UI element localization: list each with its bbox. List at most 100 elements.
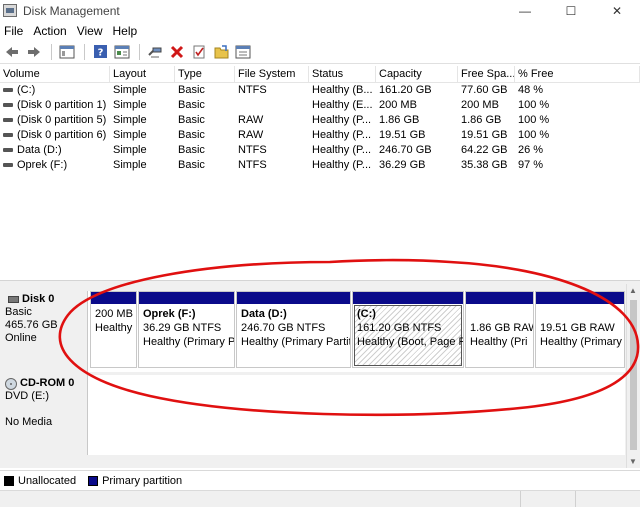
scroll-down-icon[interactable]: ▼ xyxy=(629,457,637,466)
maximize-button[interactable]: ☐ xyxy=(548,0,594,21)
console-tree-icon xyxy=(59,45,75,58)
status-bar xyxy=(0,490,640,507)
column-header-free-space[interactable]: Free Spa... xyxy=(458,66,515,82)
volume-icon xyxy=(3,118,13,123)
primary-partition-swatch xyxy=(88,475,99,486)
primary-partition-bar xyxy=(139,292,234,304)
volume-name: (Disk 0 partition 6) xyxy=(17,129,107,141)
free-space-cell: 1.86 GB xyxy=(461,114,502,126)
file-system-cell: RAW xyxy=(238,114,264,126)
table-row[interactable]: (C:) Simple Basic NTFS Healthy (B... 161… xyxy=(0,83,640,98)
partition-size: 1.86 GB RAW xyxy=(470,322,533,334)
minimize-button[interactable]: — xyxy=(502,0,548,21)
partition-title: Oprek (F:) xyxy=(143,308,196,320)
percent-free-cell: 97 % xyxy=(518,159,544,171)
show-hide-console-tree-button[interactable] xyxy=(57,42,77,62)
table-row[interactable]: (Disk 0 partition 1) Simple Basic Health… xyxy=(0,98,640,113)
cdrom-empty-area xyxy=(90,375,625,455)
column-header-capacity[interactable]: Capacity xyxy=(376,66,458,82)
properties-icon xyxy=(114,45,130,58)
volume-name: (Disk 0 partition 5) xyxy=(17,114,107,126)
shortcut-button[interactable] xyxy=(233,42,253,62)
capacity-cell: 161.20 GB xyxy=(379,84,432,96)
table-row[interactable]: (Disk 0 partition 6) Simple Basic RAW He… xyxy=(0,128,640,143)
layout-cell: Simple xyxy=(113,159,147,171)
layout-cell: Simple xyxy=(113,84,147,96)
partition-c[interactable]: (C:) 161.20 GB NTFS Healthy (Boot, Page … xyxy=(352,291,464,368)
column-header-type[interactable]: Type xyxy=(175,66,235,82)
capacity-cell: 19.51 GB xyxy=(379,129,426,141)
title-bar: Disk Management — ☐ ✕ xyxy=(0,0,640,21)
capacity-cell: 1.86 GB xyxy=(379,114,420,126)
free-space-cell: 64.22 GB xyxy=(461,144,508,156)
table-row[interactable]: Oprek (F:) Simple Basic NTFS Healthy (P.… xyxy=(0,158,640,173)
layout-cell: Simple xyxy=(113,99,147,111)
delete-button[interactable] xyxy=(167,42,187,62)
partition-6[interactable]: 19.51 GB RAW Healthy (Primary I xyxy=(535,291,625,368)
open-folder-button[interactable] xyxy=(211,42,231,62)
disk-state: Online xyxy=(5,332,37,344)
volume-name: (C:) xyxy=(17,84,36,96)
partition-size: 19.51 GB RAW xyxy=(540,322,615,334)
forward-button[interactable] xyxy=(24,42,44,62)
back-icon xyxy=(6,46,18,57)
disk-type: Basic xyxy=(5,306,32,318)
help-button[interactable]: ? xyxy=(90,42,110,62)
partition-status: Healthy (Primary Partit xyxy=(241,336,350,348)
partition-efi[interactable]: 200 MB Healthy xyxy=(90,291,137,368)
disk-view-scrollbar[interactable]: ▲ ▼ xyxy=(626,284,640,468)
column-header-file-system[interactable]: File System xyxy=(235,66,309,82)
type-cell: Basic xyxy=(178,159,205,171)
table-row[interactable]: (Disk 0 partition 5) Simple Basic RAW He… xyxy=(0,113,640,128)
connect-icon xyxy=(148,47,162,57)
partition-data-d[interactable]: Data (D:) 246.70 GB NTFS Healthy (Primar… xyxy=(236,291,351,368)
volume-list-header: Volume Layout Type File System Status Ca… xyxy=(0,66,640,83)
cdrom-name: CD-ROM 0 xyxy=(20,377,75,389)
back-button[interactable] xyxy=(2,42,22,62)
toolbar-separator xyxy=(139,43,140,60)
free-space-cell: 77.60 GB xyxy=(461,84,508,96)
hard-disk-icon xyxy=(8,296,19,303)
scroll-up-icon[interactable]: ▲ xyxy=(629,286,637,295)
legend-primary-partition: Primary partition xyxy=(102,474,183,487)
partition-oprek-f[interactable]: Oprek (F:) 36.29 GB NTFS Healthy (Primar… xyxy=(138,291,235,368)
free-space-cell: 19.51 GB xyxy=(461,129,508,141)
disk-0-label[interactable]: Disk 0 Basic 465.76 GB Online xyxy=(2,291,88,372)
legend: Unallocated Primary partition xyxy=(0,470,640,490)
scroll-thumb[interactable] xyxy=(630,300,637,450)
properties-button[interactable] xyxy=(112,42,132,62)
layout-cell: Simple xyxy=(113,144,147,156)
disk-management-app-icon xyxy=(3,4,17,17)
file-system-cell: RAW xyxy=(238,129,264,141)
partition-title xyxy=(540,307,624,321)
capacity-cell: 36.29 GB xyxy=(379,159,426,171)
menu-action[interactable]: Action xyxy=(28,24,71,38)
help-icon: ? xyxy=(93,45,107,59)
disk-0-row: Disk 0 Basic 465.76 GB Online 200 MB Hea… xyxy=(2,291,625,372)
type-cell: Basic xyxy=(178,84,205,96)
connect-button[interactable] xyxy=(145,42,165,62)
folder-icon xyxy=(214,44,228,58)
file-system-cell: NTFS xyxy=(238,159,267,171)
partition-status: Healthy (Primary I xyxy=(540,336,624,348)
cd-drive-icon xyxy=(5,377,17,390)
status-pane xyxy=(575,491,576,507)
disk-graphical-view: Disk 0 Basic 465.76 GB Online 200 MB Hea… xyxy=(0,284,640,468)
column-header-layout[interactable]: Layout xyxy=(110,66,175,82)
column-header-percent-free[interactable]: % Free xyxy=(515,66,640,82)
column-header-volume[interactable]: Volume xyxy=(0,66,110,82)
type-cell: Basic xyxy=(178,129,205,141)
type-cell: Basic xyxy=(178,144,205,156)
table-row[interactable]: Data (D:) Simple Basic NTFS Healthy (P..… xyxy=(0,143,640,158)
partition-5[interactable]: 1.86 GB RAW Healthy (Pri xyxy=(465,291,534,368)
menu-view[interactable]: View xyxy=(72,24,108,38)
check-button[interactable] xyxy=(189,42,209,62)
menu-file[interactable]: File xyxy=(0,24,28,38)
toolbar: ? xyxy=(0,40,640,64)
volume-icon xyxy=(3,148,13,153)
column-header-status[interactable]: Status xyxy=(309,66,376,82)
menu-help[interactable]: Help xyxy=(108,24,143,38)
cdrom-0-label[interactable]: CD-ROM 0 DVD (E:) No Media xyxy=(2,375,88,455)
close-button[interactable]: ✕ xyxy=(594,0,640,21)
free-space-cell: 35.38 GB xyxy=(461,159,508,171)
